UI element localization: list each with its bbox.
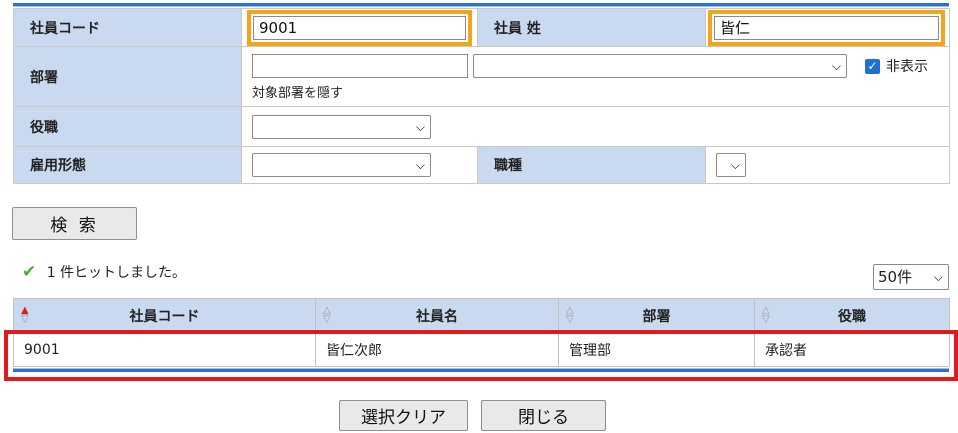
clear-selection-button[interactable]: 選択クリア <box>339 400 468 431</box>
close-button[interactable]: 閉じる <box>481 400 606 431</box>
chevron-down-icon: ⌵ <box>730 158 740 172</box>
sort-icon[interactable]: △ ▽ <box>323 306 331 325</box>
chevron-down-icon: ⌵ <box>415 158 425 172</box>
column-header-position[interactable]: △ ▽ 役職 <box>754 298 950 333</box>
job-type-select[interactable]: ⌵ <box>716 153 746 177</box>
department-label: 部署 <box>13 46 242 107</box>
position-label: 役職 <box>13 106 242 147</box>
sort-icon[interactable]: △ ▽ <box>566 306 574 325</box>
department-code-input[interactable] <box>252 54 468 78</box>
page-size-value: 50件 <box>878 268 913 286</box>
result-message-row: ✔ 1 件ヒットしました。 <box>22 262 186 282</box>
employee-code-label: 社員コード <box>13 8 242 47</box>
position-select[interactable]: ⌵ <box>252 114 431 139</box>
sort-asc-icon[interactable]: ▲ ▽ <box>21 306 29 325</box>
job-type-label: 職種 <box>477 146 706 184</box>
result-message: 1 件ヒットしました。 <box>46 265 187 281</box>
sort-icon[interactable]: △ ▽ <box>762 306 770 325</box>
department-note: 対象部署を隠す <box>252 86 344 101</box>
department-select[interactable]: ⌵ <box>473 54 847 78</box>
column-header-employee-code[interactable]: ▲ ▽ 社員コード <box>13 298 316 333</box>
search-button[interactable]: 検 索 <box>12 207 137 240</box>
employee-code-highlight <box>247 9 472 46</box>
chevron-down-icon: ⌵ <box>415 119 425 134</box>
employment-type-select[interactable]: ⌵ <box>252 153 431 177</box>
hide-checkbox[interactable]: ✓ <box>865 58 880 74</box>
hide-checkbox-label: 非表示 <box>886 59 928 75</box>
column-header-employee-name[interactable]: △ ▽ 社員名 <box>315 298 559 333</box>
chevron-down-icon: ⌵ <box>831 59 841 73</box>
row-highlight <box>4 330 958 381</box>
check-icon: ✔ <box>22 262 37 282</box>
column-header-department[interactable]: △ ▽ 部署 <box>558 298 755 333</box>
form-top-border <box>13 3 949 7</box>
page-size-select[interactable]: 50件 ⌵ <box>873 264 949 290</box>
chevron-down-icon: ⌵ <box>933 270 943 284</box>
surname-input[interactable] <box>714 15 939 40</box>
employee-code-input[interactable] <box>253 15 466 40</box>
employment-type-label: 雇用形態 <box>13 146 242 184</box>
surname-highlight <box>708 9 945 46</box>
surname-label: 社員 姓 <box>477 8 706 47</box>
search-form: 社員コード 社員 姓 部署 ⌵ ✓ 非表示 <box>13 8 950 184</box>
